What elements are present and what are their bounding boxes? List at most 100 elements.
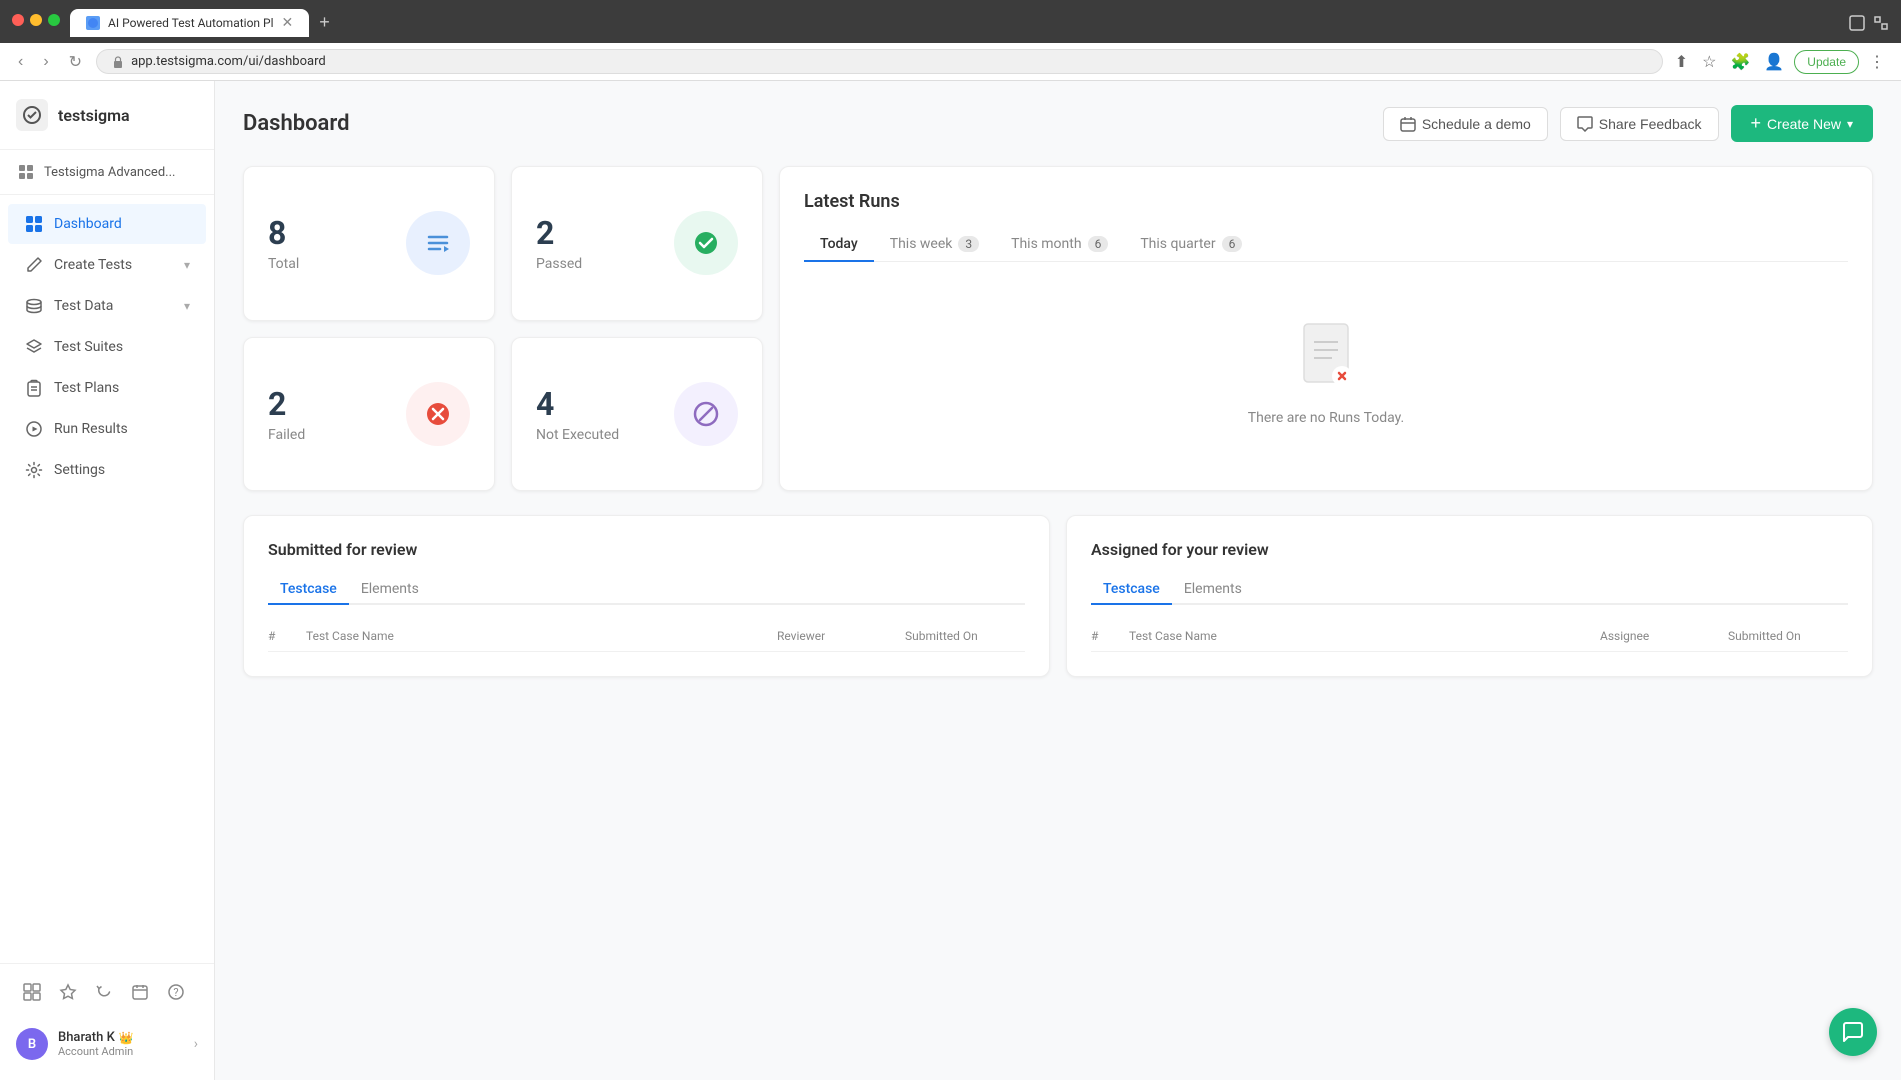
assigned-review-panel: Assigned for your review Testcase Elemen… (1066, 515, 1873, 677)
today-label: Today (820, 236, 858, 252)
failed-label: Failed (268, 427, 305, 443)
avatar: B (16, 1028, 48, 1060)
no-runs-icon (1296, 322, 1356, 394)
col-hash: # (268, 629, 298, 643)
share-feedback-button[interactable]: Share Feedback (1560, 107, 1719, 141)
browser-toolbar: ‹ › ↻ app.testsigma.com/ui/dashboard ⬆ ☆… (0, 43, 1901, 81)
feedback-icon (1577, 116, 1593, 132)
stat-card-total: 8 Total (243, 166, 495, 321)
assigned-col-submitted-on: Submitted On (1728, 629, 1848, 643)
sidebar-item-test-plans[interactable]: Test Plans (8, 368, 206, 408)
tab-close-icon[interactable]: ✕ (282, 15, 294, 31)
assigned-col-test-case-name: Test Case Name (1129, 629, 1592, 643)
run-results-label: Run Results (54, 421, 128, 437)
share-icon[interactable]: ⬆ (1671, 50, 1692, 73)
refresh-icon[interactable] (88, 976, 120, 1008)
not-executed-icon (674, 382, 738, 446)
assigned-testcase-tab[interactable]: Testcase (1091, 575, 1172, 605)
run-tab-this-month[interactable]: This month 6 (995, 228, 1124, 262)
create-chevron-icon: ▾ (1847, 117, 1853, 131)
svg-text:?: ? (173, 986, 178, 999)
chat-icon (1841, 1020, 1865, 1044)
update-button[interactable]: Update (1794, 50, 1859, 74)
sidebar-item-test-suites[interactable]: Test Suites (8, 327, 206, 367)
assigned-review-tabs: Testcase Elements (1091, 575, 1848, 605)
sidebar-item-create-tests[interactable]: Create Tests ▾ (8, 245, 206, 285)
sidebar-item-dashboard[interactable]: Dashboard (8, 204, 206, 244)
assigned-review-title: Assigned for your review (1091, 540, 1848, 559)
workspace-label: Testsigma Advanced... (44, 165, 175, 180)
sidebar: testsigma Testsigma Advanced... Dashboar… (0, 81, 215, 1080)
submitted-table-header: # Test Case Name Reviewer Submitted On (268, 621, 1025, 652)
address-bar[interactable]: app.testsigma.com/ui/dashboard (96, 49, 1663, 74)
user-profile[interactable]: B Bharath K 👑 Account Admin › (8, 1020, 206, 1068)
minimize-button[interactable] (30, 14, 42, 26)
window-icon (1849, 15, 1865, 31)
this-quarter-badge: 6 (1222, 236, 1243, 252)
total-icon (406, 211, 470, 275)
database-icon (24, 296, 44, 316)
plus-icon: + (1751, 113, 1762, 134)
browser-tabs: AI Powered Test Automation Pl ✕ + (70, 8, 338, 37)
lock-icon (111, 55, 125, 69)
assigned-col-hash: # (1091, 629, 1121, 643)
page-header: Dashboard Schedule a demo Share Feedback… (243, 105, 1873, 142)
sidebar-item-test-data[interactable]: Test Data ▾ (8, 286, 206, 326)
toolbar-icons: ⬆ ☆ 🧩 👤 Update ⋮ (1671, 50, 1889, 74)
run-tab-this-quarter[interactable]: This quarter 6 (1124, 228, 1258, 262)
test-plans-label: Test Plans (54, 380, 119, 396)
stat-info-total: 8 Total (268, 214, 299, 272)
create-new-button[interactable]: + Create New ▾ (1731, 105, 1873, 142)
this-week-label: This week (890, 236, 953, 252)
user-info: Bharath K 👑 Account Admin (58, 1030, 184, 1058)
test-suites-label: Test Suites (54, 339, 123, 355)
chat-fab-button[interactable] (1829, 1008, 1877, 1056)
submitted-review-panel: Submitted for review Testcase Elements #… (243, 515, 1050, 677)
col-reviewer: Reviewer (777, 629, 897, 643)
url-text: app.testsigma.com/ui/dashboard (131, 54, 326, 69)
forward-button[interactable]: › (37, 51, 54, 73)
user-role: Account Admin (58, 1045, 184, 1058)
back-button[interactable]: ‹ (12, 51, 29, 73)
new-tab-button[interactable]: + (311, 8, 338, 37)
chevron-down-icon-2: ▾ (184, 299, 190, 313)
play-icon (24, 419, 44, 439)
app-container: testsigma Testsigma Advanced... Dashboar… (0, 81, 1901, 1080)
active-tab[interactable]: AI Powered Test Automation Pl ✕ (70, 9, 309, 37)
create-new-label: Create New (1767, 116, 1841, 132)
main-content: Dashboard Schedule a demo Share Feedback… (215, 81, 1901, 1080)
dashboard-icon (24, 214, 44, 234)
run-tabs: Today This week 3 This month 6 This quar… (804, 228, 1848, 262)
sidebar-item-settings[interactable]: Settings (8, 450, 206, 490)
profile-icon[interactable]: 👤 (1760, 50, 1788, 73)
grid-bottom-icon[interactable] (16, 976, 48, 1008)
sidebar-workspace[interactable]: Testsigma Advanced... (0, 150, 214, 195)
not-executed-number: 4 (536, 385, 619, 423)
sidebar-item-run-results[interactable]: Run Results (8, 409, 206, 449)
failed-number: 2 (268, 385, 305, 423)
stat-card-passed: 2 Passed (511, 166, 763, 321)
profile-chevron-icon: › (194, 1036, 198, 1052)
menu-icon[interactable]: ⋮ (1865, 50, 1889, 73)
extensions-icon[interactable]: 🧩 (1726, 50, 1754, 73)
help-icon[interactable]: ? (160, 976, 192, 1008)
clipboard-icon (24, 378, 44, 398)
star-icon[interactable] (52, 976, 84, 1008)
calendar-icon[interactable] (124, 976, 156, 1008)
maximize-button[interactable] (48, 14, 60, 26)
bookmark-icon[interactable]: ☆ (1698, 50, 1720, 73)
header-actions: Schedule a demo Share Feedback + Create … (1383, 105, 1873, 142)
submitted-testcase-tab[interactable]: Testcase (268, 575, 349, 605)
chevron-down-icon: ▾ (184, 258, 190, 272)
run-tab-today[interactable]: Today (804, 228, 874, 262)
refresh-button[interactable]: ↻ (63, 50, 88, 74)
submitted-elements-tab[interactable]: Elements (349, 575, 431, 605)
assigned-elements-tab[interactable]: Elements (1172, 575, 1254, 605)
latest-runs-panel: Latest Runs Today This week 3 This month… (779, 166, 1873, 491)
assigned-table-header: # Test Case Name Assignee Submitted On (1091, 621, 1848, 652)
run-tab-this-week[interactable]: This week 3 (874, 228, 995, 262)
bottom-icons: ? (8, 976, 206, 1020)
schedule-demo-button[interactable]: Schedule a demo (1383, 107, 1548, 141)
no-runs-text: There are no Runs Today. (1248, 410, 1404, 426)
close-button[interactable] (12, 14, 24, 26)
